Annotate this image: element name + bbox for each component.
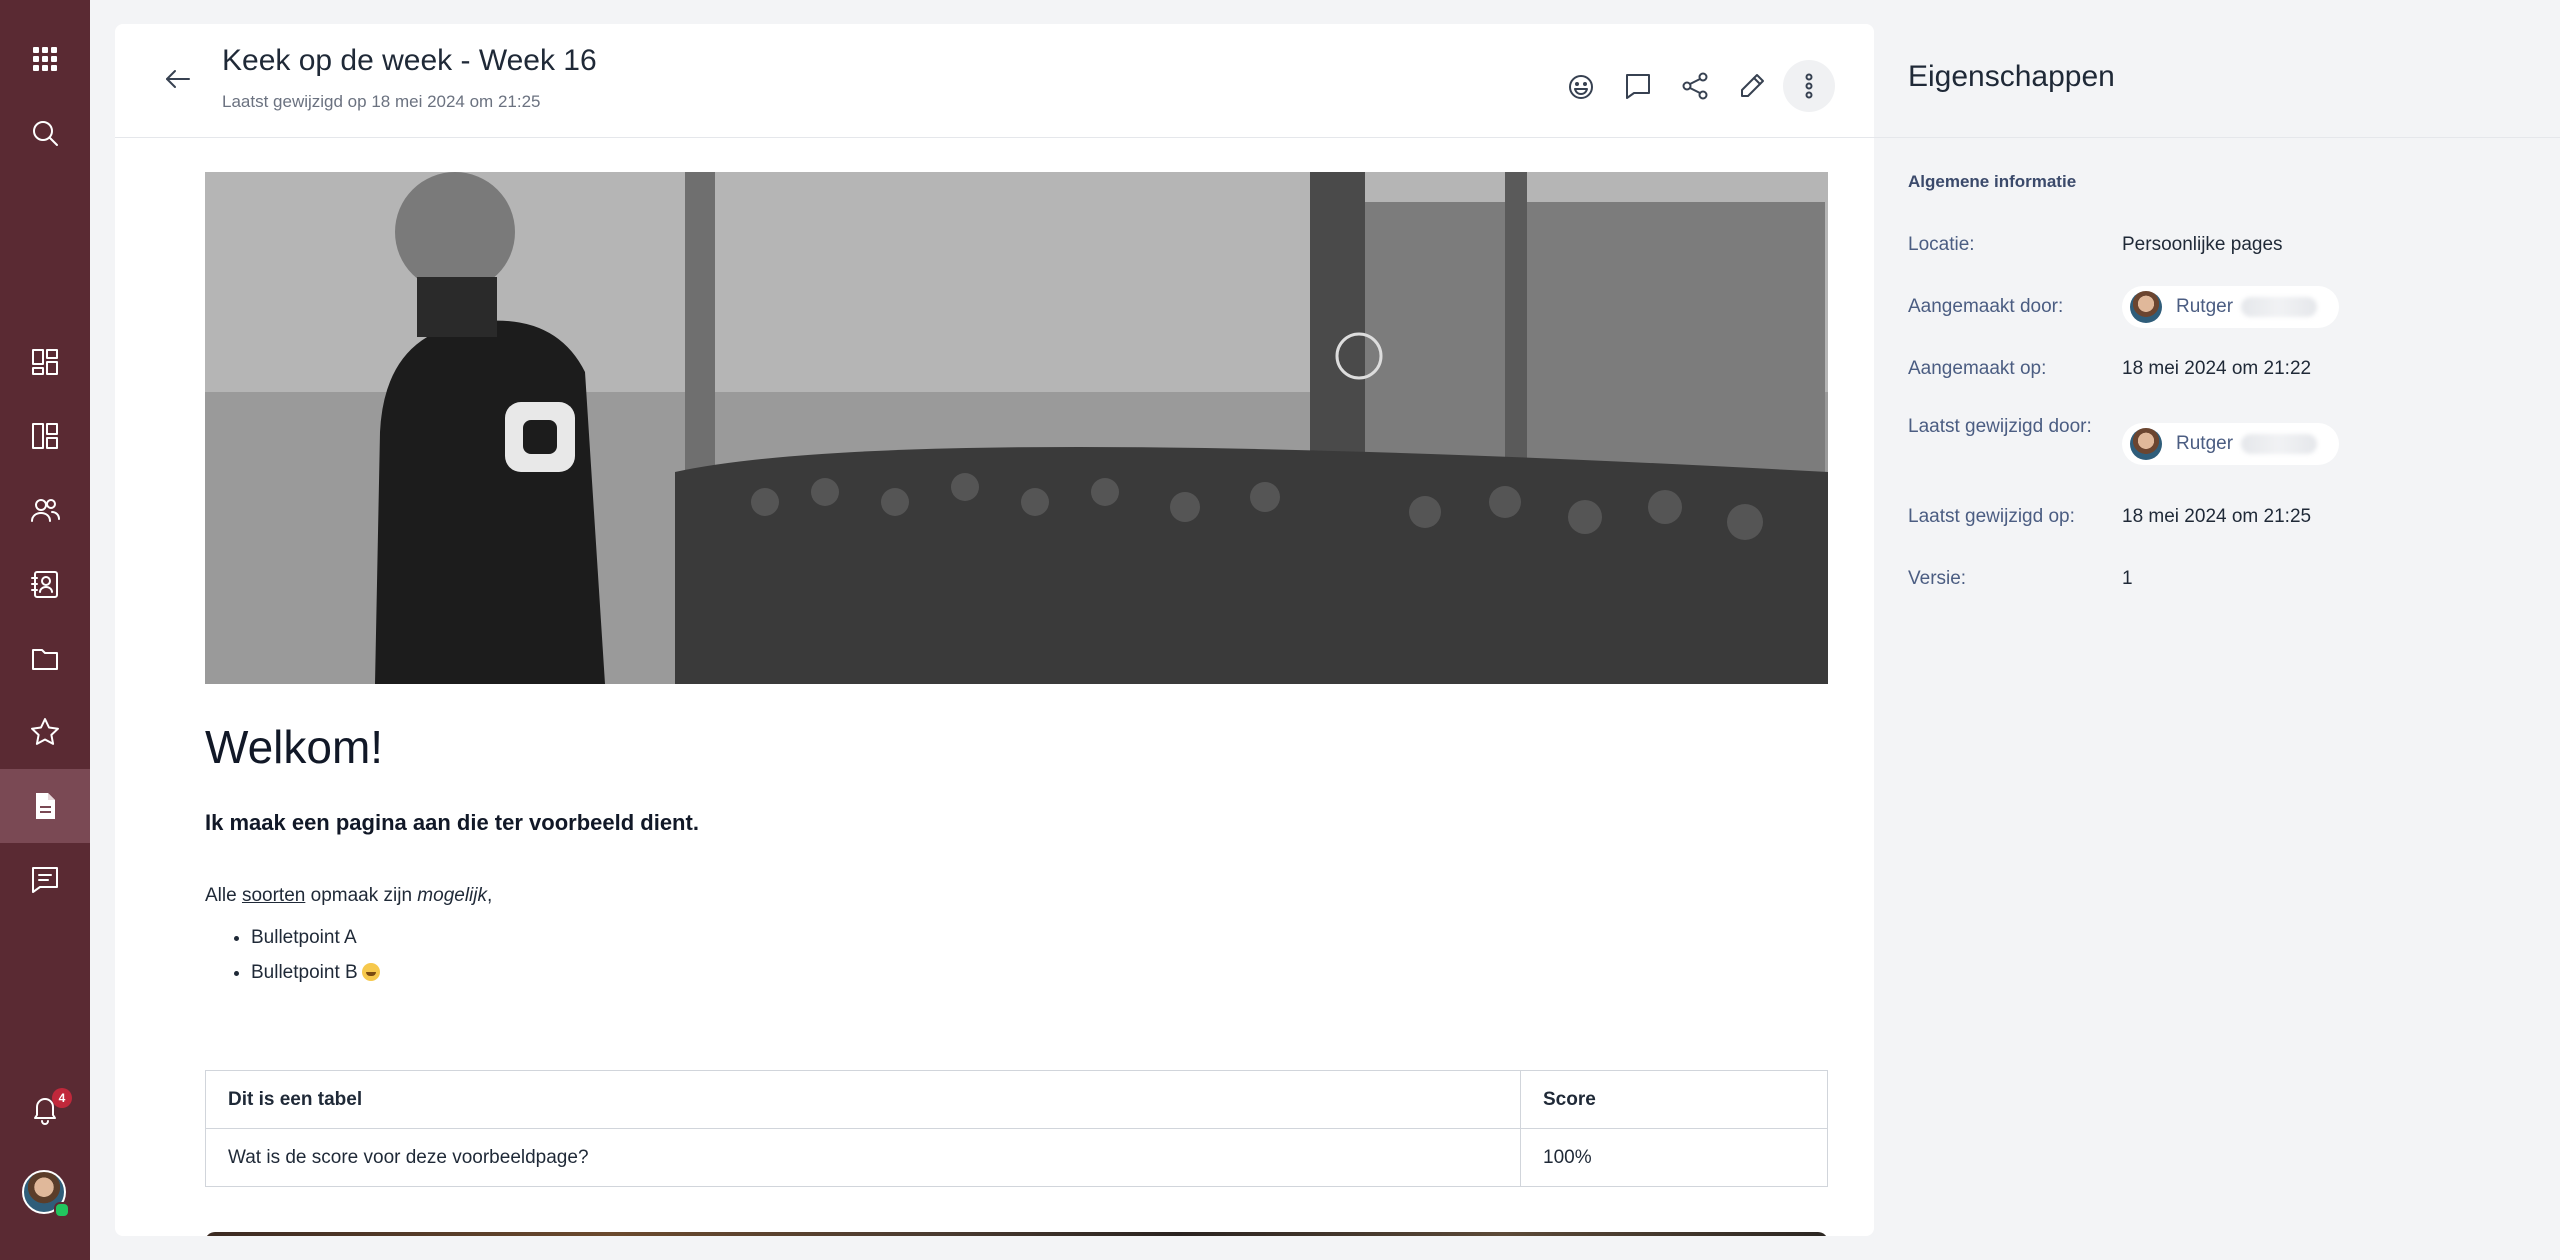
table-header-row: Dit is een tabel Score xyxy=(205,1070,1828,1129)
bullet-list: Bulletpoint A Bulletpoint B xyxy=(205,920,380,990)
article-lead: Ik maak een pagina aan die ter voorbeeld… xyxy=(205,810,699,835)
redacted-surname xyxy=(2241,297,2318,317)
pages-icon[interactable] xyxy=(0,769,90,843)
paragraph-text: opmaak zijn xyxy=(305,885,418,906)
back-button[interactable] xyxy=(159,60,197,98)
divider xyxy=(1874,137,2560,138)
folder-icon[interactable] xyxy=(0,621,90,695)
table-cell: Wat is de score voor deze voorbeeldpage? xyxy=(205,1128,1521,1187)
redacted-surname xyxy=(2241,434,2318,454)
general-info-heading: Algemene informatie xyxy=(1908,172,2077,191)
hero-image xyxy=(205,172,1828,684)
arrow-left-icon xyxy=(166,70,190,88)
page-title: Keek op de week - Week 16 xyxy=(222,44,597,77)
property-label-modified-on: Laatst gewijzigd op: xyxy=(1908,506,2075,527)
edit-button[interactable] xyxy=(1726,60,1778,112)
article-heading: Welkom! xyxy=(205,721,384,773)
content-table: Dit is een tabel Score Wat is de score v… xyxy=(205,1070,1828,1187)
search-icon[interactable] xyxy=(0,96,90,170)
share-button[interactable] xyxy=(1669,60,1721,112)
more-options-button[interactable] xyxy=(1783,60,1835,112)
notifications-bell-icon[interactable]: 4 xyxy=(0,1072,90,1146)
paragraph-text: , xyxy=(487,885,493,906)
comment-icon xyxy=(1626,74,1650,99)
user-avatar xyxy=(2130,428,2162,460)
people-icon[interactable] xyxy=(0,473,90,547)
chat-icon[interactable] xyxy=(0,843,90,917)
list-item: Bulletpoint A xyxy=(251,920,380,955)
emoji-reaction-icon xyxy=(1569,75,1593,99)
property-label-version: Versie: xyxy=(1908,568,1967,589)
online-status-dot xyxy=(54,1202,70,1218)
paragraph-text: Alle xyxy=(205,885,242,906)
page-header: Keek op de week - Week 16 Laatst gewijzi… xyxy=(115,24,1874,138)
app-sidebar: 4 xyxy=(0,0,90,1260)
notification-count-badge: 4 xyxy=(52,1088,72,1108)
article-paragraph: Alle soorten opmaak zijn mogelijk, xyxy=(205,885,492,907)
modified-by-user-chip[interactable]: Rutger xyxy=(2122,423,2340,465)
last-modified-subtitle: Laatst gewijzigd op 18 mei 2024 om 21:25 xyxy=(222,92,541,111)
table-cell: 100% xyxy=(1520,1128,1828,1187)
user-avatar xyxy=(2130,291,2162,323)
table-header-cell: Dit is een tabel xyxy=(205,1070,1521,1129)
table-row: Wat is de score voor deze voorbeeldpage?… xyxy=(205,1128,1828,1187)
properties-title: Eigenschappen xyxy=(1908,60,2115,93)
property-label-modified-by: Laatst gewijzigd door: xyxy=(1908,416,2092,437)
star-icon[interactable] xyxy=(0,695,90,769)
contacts-icon[interactable] xyxy=(0,547,90,621)
list-item-text: Bulletpoint A xyxy=(251,927,357,948)
widgets-icon[interactable] xyxy=(0,399,90,473)
page-view-card: Keek op de week - Week 16 Laatst gewijzi… xyxy=(115,24,1874,1236)
properties-panel: Eigenschappen Algemene informatie Locati… xyxy=(1874,0,2560,1260)
italic-text: mogelijk xyxy=(417,885,487,906)
property-label-created-on: Aangemaakt op: xyxy=(1908,358,2047,379)
apps-grid-icon[interactable] xyxy=(0,22,90,96)
property-value-version: 1 xyxy=(2122,568,2133,589)
dashboard-icon[interactable] xyxy=(0,325,90,399)
edit-pencil-icon xyxy=(1741,74,1764,97)
emoji-reaction-button[interactable] xyxy=(1555,60,1607,112)
list-item: Bulletpoint B xyxy=(251,955,380,990)
property-label-location: Locatie: xyxy=(1908,234,1975,255)
embedded-video[interactable] xyxy=(205,1232,1828,1236)
list-item-text: Bulletpoint B xyxy=(251,962,358,983)
comment-button[interactable] xyxy=(1612,60,1664,112)
share-icon xyxy=(1682,72,1708,100)
created-by-user-chip[interactable]: Rutger xyxy=(2122,286,2340,328)
user-name: Rutger xyxy=(2176,433,2234,454)
property-label-created-by: Aangemaakt door: xyxy=(1908,296,2064,317)
property-value-location: Persoonlijke pages xyxy=(2122,234,2283,255)
user-name: Rutger xyxy=(2176,296,2234,317)
table-header-cell: Score xyxy=(1520,1070,1828,1129)
property-value-created-on: 18 mei 2024 om 21:22 xyxy=(2122,358,2312,379)
property-value-modified-on: 18 mei 2024 om 21:25 xyxy=(2122,506,2312,527)
more-vertical-icon xyxy=(1805,73,1813,99)
underlined-text: soorten xyxy=(241,885,306,906)
grinning-emoji-icon xyxy=(361,963,380,981)
